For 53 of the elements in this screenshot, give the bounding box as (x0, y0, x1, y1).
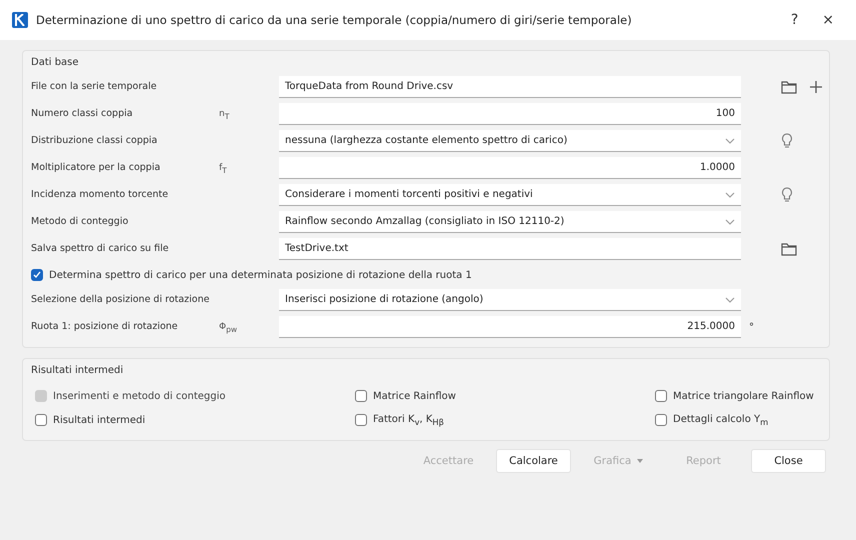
checkbox[interactable] (355, 414, 367, 426)
dropdown[interactable]: Considerare i momenti torcenti positivi e negativi (279, 184, 741, 206)
close-button[interactable]: × (814, 12, 842, 28)
symbol: f$_{T}$ (219, 163, 227, 174)
window-title: Determinazione di uno spettro di carico da una serie temporale (coppia/numero di giri/serie temporale) (36, 13, 633, 27)
dropdown[interactable]: Inserisci posizione di rotazione (angolo) (279, 289, 741, 311)
chevron-icon (725, 218, 735, 224)
field-label: Moltiplicatore per la coppia (31, 161, 162, 175)
checkbox[interactable] (655, 390, 667, 402)
checkbox[interactable] (355, 390, 367, 402)
dialog-button[interactable]: Calcolare (496, 449, 571, 473)
checkbox-label: Matrice Rainflow (373, 390, 456, 402)
lightbulb-icon[interactable] (781, 133, 793, 149)
lightbulb-icon[interactable] (781, 187, 793, 203)
caret-icon (637, 459, 644, 463)
input-field[interactable]: TorqueData from Round Drive.csv (279, 76, 741, 98)
checkbox-label: Risultati intermedi (53, 414, 146, 426)
field-label: Numero classi coppia (31, 107, 134, 121)
chevron-icon (725, 296, 735, 302)
add-icon[interactable] (809, 80, 823, 94)
checkbox-label: Inserimenti e metodo di conteggio (53, 390, 226, 402)
help-button[interactable]: ? (782, 12, 806, 28)
chevron-icon (725, 138, 735, 144)
chevron-icon (725, 192, 735, 198)
field-label: Distribuzione classi coppia (31, 134, 158, 148)
dialog-button[interactable]: Close (751, 449, 826, 473)
number-field[interactable]: 100 (279, 103, 741, 125)
group-title: Dati base (31, 56, 79, 70)
checkbox-label: Dettagli calcolo Y$_{m}$ (673, 414, 768, 426)
field-label: Ruota 1: posizione di rotazione (31, 320, 179, 334)
unit: ° (749, 322, 754, 332)
dropdown[interactable]: nessuna (larghezza costante elemento spettro di carico) (279, 130, 741, 152)
field-label: Incidenza momento torcente (31, 188, 170, 202)
folder-icon[interactable] (781, 242, 797, 256)
checkbox-label: Fattori K$_{v}$, K$_{Hβ}$ (373, 414, 444, 426)
number-field[interactable]: 215.0000 (279, 316, 741, 338)
dropdown[interactable]: Rainflow secondo Amzallag (consigliato in ISO 12110-2) (279, 211, 741, 233)
app-logo-icon (12, 12, 28, 28)
input-field[interactable]: TestDrive.txt (279, 238, 741, 260)
checkbox[interactable] (655, 414, 667, 426)
checkbox-label: Determina spettro di carico per una determinata posizione di rotazione della ruota 1 (49, 270, 472, 280)
field-label: Salva spettro di carico su file (31, 242, 170, 256)
checkbox[interactable] (35, 414, 47, 426)
checkbox[interactable] (31, 269, 43, 281)
symbol: Φ$_{pw}$ (219, 322, 237, 332)
field-label: Metodo di conteggio (31, 215, 130, 229)
checkbox-label: Matrice triangolare Rainflow (673, 390, 814, 402)
folder-icon[interactable] (781, 80, 797, 94)
field-label: Selezione della posizione di rotazione (31, 293, 210, 307)
field-label: File con la serie temporale (31, 80, 158, 94)
number-field[interactable]: 1.0000 (279, 157, 741, 179)
group-title: Risultati intermedi (31, 364, 124, 378)
symbol: n$_{T}$ (219, 109, 230, 120)
